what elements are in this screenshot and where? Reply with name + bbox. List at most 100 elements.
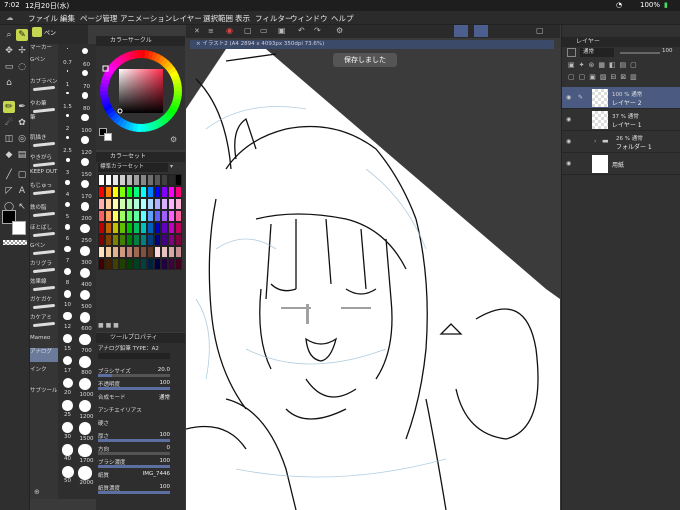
property-row[interactable]: 不透明度 100 xyxy=(98,380,180,391)
app-icon[interactable]: ◉ xyxy=(226,26,233,35)
menu-file[interactable]: ファイル xyxy=(28,13,58,24)
undo-icon[interactable]: ↶ xyxy=(298,26,305,35)
color-swatch[interactable] xyxy=(105,234,112,246)
color-swatch[interactable] xyxy=(147,174,154,186)
color-swatch[interactable] xyxy=(140,246,147,258)
brush-size-option[interactable] xyxy=(58,180,77,192)
subtool-item[interactable]: ほとばし xyxy=(30,224,58,238)
color-swatch[interactable] xyxy=(175,222,182,234)
color-swatch[interactable] xyxy=(119,174,126,186)
brush-size-option[interactable] xyxy=(58,334,77,346)
brush-size-dot[interactable] xyxy=(82,48,88,54)
airbrush-icon[interactable]: ☄ xyxy=(3,117,15,129)
menu-animation[interactable]: アニメーション xyxy=(120,13,172,24)
subtool-item[interactable]: やきがら xyxy=(30,154,58,168)
brush-size-dot[interactable] xyxy=(79,290,91,301)
color-swatch[interactable] xyxy=(105,246,112,258)
snap-special-ruler-icon[interactable] xyxy=(474,25,488,37)
pen-tool-icon[interactable]: ✎ xyxy=(16,29,28,41)
canvas-area[interactable] xyxy=(186,49,560,510)
brush-size-dot[interactable] xyxy=(81,136,89,144)
subtool-item[interactable]: カリグラ xyxy=(30,260,58,274)
color-swatch[interactable] xyxy=(147,210,154,222)
decoration-icon[interactable]: ✿ xyxy=(16,117,28,129)
color-swatch[interactable] xyxy=(161,210,168,222)
color-swatch[interactable] xyxy=(168,222,175,234)
redo-icon[interactable]: ↷ xyxy=(314,26,321,35)
property-slider[interactable] xyxy=(98,491,170,494)
select-icon[interactable]: ▭ xyxy=(3,61,15,73)
property-row[interactable]: 紙質 IMG_7446 xyxy=(98,471,180,482)
brush-size-option[interactable] xyxy=(58,246,77,258)
color-swatch[interactable] xyxy=(154,174,161,186)
color-swatch[interactable] xyxy=(168,186,175,198)
layer-row[interactable]: ◉ › ▬ 26 % 通常 フォルダー 1 xyxy=(562,131,680,153)
property-slider[interactable] xyxy=(98,465,170,468)
blend-mode-select[interactable]: 通常 xyxy=(580,48,614,57)
color-swatch[interactable] xyxy=(133,258,140,270)
layer-property-icon[interactable] xyxy=(567,48,576,57)
correct-line-icon[interactable]: ↖ xyxy=(16,201,28,213)
brush-size-dot[interactable] xyxy=(80,246,90,256)
brush-size-dot[interactable] xyxy=(80,224,90,234)
menu-view[interactable]: 表示 xyxy=(235,13,250,24)
color-swatch[interactable] xyxy=(154,186,161,198)
chevron-down-icon[interactable]: ▾ xyxy=(170,163,173,170)
property-row[interactable]: 硬さ xyxy=(98,419,180,430)
brush-size-option[interactable] xyxy=(58,356,77,368)
color-swatch[interactable] xyxy=(112,222,119,234)
brush-size-option[interactable] xyxy=(58,114,77,126)
brush-size-option[interactable] xyxy=(58,400,77,412)
color-swatch[interactable] xyxy=(119,198,126,210)
menu-page[interactable]: ページ管理 xyxy=(80,13,117,24)
color-swatch[interactable] xyxy=(112,258,119,270)
color-swatch[interactable] xyxy=(133,198,140,210)
property-slider[interactable] xyxy=(98,387,170,390)
tab-pen[interactable]: ペン xyxy=(44,28,56,37)
menu-window[interactable]: ウィンドウ xyxy=(290,13,328,24)
color-swatch[interactable] xyxy=(154,210,161,222)
subtool-item-selected[interactable]: アナログ xyxy=(30,348,58,362)
brush-size-option[interactable] xyxy=(58,70,77,82)
fill-icon[interactable]: ◆ xyxy=(3,149,15,161)
color-swatch[interactable] xyxy=(119,222,126,234)
brush-size-dot[interactable] xyxy=(79,334,91,346)
pen-lock-icon[interactable]: ✎ xyxy=(578,94,583,101)
color-swatch[interactable] xyxy=(112,174,119,186)
brush-size-dot[interactable] xyxy=(81,70,89,77)
brush-size-option[interactable] xyxy=(58,48,77,60)
color-wheel[interactable] xyxy=(98,48,184,134)
pen-tab-icon[interactable] xyxy=(32,27,42,37)
color-swatch[interactable] xyxy=(168,198,175,210)
color-swatch[interactable] xyxy=(126,234,133,246)
document-tab[interactable]: × イラスト2 (A4 2894 x 4093px 350dpi 73.6%) xyxy=(190,40,554,49)
property-slider[interactable] xyxy=(98,452,170,455)
color-swatch[interactable] xyxy=(98,186,105,198)
transparent-color-swatch[interactable] xyxy=(3,240,27,245)
brush-size-dot[interactable] xyxy=(78,466,92,480)
visibility-eye-icon[interactable]: ◉ xyxy=(566,94,574,102)
color-swatch[interactable] xyxy=(161,258,168,270)
menu-edit[interactable]: 編集 xyxy=(60,13,75,24)
brush-tool-icon[interactable]: ✒ xyxy=(16,101,28,113)
color-swatch[interactable] xyxy=(161,186,168,198)
snap-ruler-icon[interactable] xyxy=(454,25,468,37)
brush-size-dot[interactable] xyxy=(79,378,91,390)
brush-size-dot[interactable] xyxy=(81,92,89,99)
eyedropper-icon[interactable]: ⌂ xyxy=(3,77,15,89)
menu-select[interactable]: 選択範囲 xyxy=(203,13,233,24)
brush-size-dot[interactable] xyxy=(79,312,91,323)
color-swatch[interactable] xyxy=(147,222,154,234)
layer-tools-row[interactable]: ▣✦⊛▦◧▤▢ xyxy=(568,61,641,69)
brush-size-option[interactable] xyxy=(58,202,77,214)
color-swatch[interactable] xyxy=(175,198,182,210)
brush-size-option[interactable] xyxy=(58,378,77,390)
color-swatch[interactable] xyxy=(147,198,154,210)
color-swatch[interactable] xyxy=(175,246,182,258)
color-swatch[interactable] xyxy=(98,210,105,222)
subtool-item[interactable]: カケアミ xyxy=(30,314,58,328)
close-icon[interactable]: ✕ xyxy=(194,27,200,35)
eraser-icon[interactable]: ◫ xyxy=(3,133,15,145)
color-swatch[interactable] xyxy=(168,258,175,270)
property-row[interactable]: アンチエイリアス xyxy=(98,406,180,417)
